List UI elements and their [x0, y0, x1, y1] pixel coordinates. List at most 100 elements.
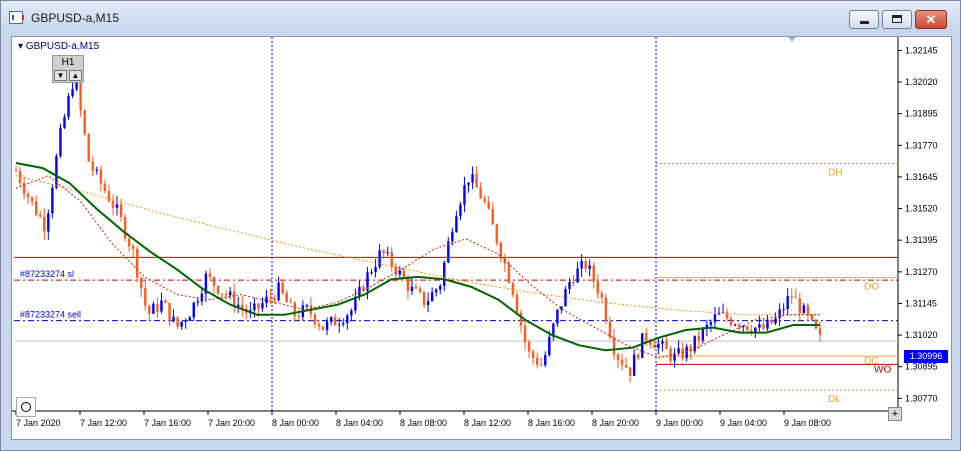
candle-body	[317, 324, 321, 327]
close-button[interactable]: ✕	[915, 10, 947, 29]
candle-body	[346, 315, 349, 324]
candle-body	[140, 277, 143, 289]
candle-body	[47, 213, 50, 232]
candle-body	[495, 224, 498, 244]
candle-body	[156, 303, 159, 312]
candle-body	[95, 169, 99, 171]
candle-body	[455, 216, 458, 232]
candle-body	[370, 272, 373, 274]
close-icon: ✕	[925, 12, 937, 27]
candle-body	[746, 326, 749, 330]
chart-canvas[interactable]: 1.32145 1.32020 1.31895 1.31770 1.31645 1.315…	[12, 37, 951, 439]
title-bar[interactable]: GBPUSD-a,M15 ✕	[1, 1, 960, 33]
candle-body	[220, 293, 224, 295]
chart-symbol-label: ▾ GBPUSD-a,M15	[18, 41, 99, 52]
candle-body	[762, 324, 765, 329]
candle-body	[382, 250, 385, 253]
candle-body	[556, 309, 559, 324]
candle-body	[774, 318, 777, 324]
candle-body	[443, 262, 446, 286]
time-tick-label: 7 Jan 12:00	[80, 418, 127, 428]
candle-body	[386, 252, 389, 254]
price-tick-label: 1.31020	[905, 330, 938, 340]
timeframe-label: H1	[61, 57, 75, 68]
candle-body	[657, 343, 660, 349]
candle-body	[620, 359, 624, 365]
candle-body	[467, 182, 470, 186]
candle-body	[79, 81, 82, 111]
candle-body	[342, 323, 345, 325]
candle-body	[164, 300, 167, 303]
candle-body	[297, 316, 301, 318]
candle-body	[131, 245, 135, 249]
price-tick-label: 1.31270	[905, 267, 938, 277]
symbol-dropdown-icon[interactable]: ▾	[18, 41, 23, 52]
candle-body	[136, 248, 139, 278]
candle-body	[624, 364, 628, 368]
candle-body	[568, 282, 571, 290]
candle-body	[184, 320, 187, 322]
candle-body	[535, 358, 539, 365]
time-tick-label: 9 Jan 04:00	[720, 418, 767, 428]
maximize-button[interactable]	[882, 10, 912, 29]
timeframe-up-button[interactable]: ▲	[69, 70, 82, 81]
candle-body	[661, 341, 664, 344]
candle-body	[798, 298, 801, 314]
candle-body	[580, 261, 583, 269]
candle-body	[410, 286, 414, 292]
candle-body	[451, 231, 454, 242]
time-tick-label: 7 Jan 2020	[16, 418, 61, 428]
candle-body	[414, 286, 418, 289]
time-tick-label: 9 Jan 00:00	[656, 418, 703, 428]
timeframe-widget: H1 ▼ ▲	[52, 55, 84, 83]
candle-body	[87, 133, 90, 162]
candle-body	[418, 288, 422, 292]
candle-body	[91, 161, 94, 171]
candle-body	[253, 303, 256, 311]
candle-body	[713, 314, 717, 323]
time-tick-label: 7 Jan 16:00	[144, 418, 191, 428]
price-tick-label: 1.30770	[905, 393, 938, 403]
maximize-icon	[892, 15, 902, 23]
candle-body	[782, 309, 785, 311]
candle-body	[463, 185, 466, 205]
candle-body	[261, 303, 264, 309]
candle-body	[285, 292, 288, 303]
circle-tool-icon[interactable]	[16, 397, 36, 417]
candle-body	[224, 293, 228, 296]
price-chart[interactable]: 1.32145 1.32020 1.31895 1.31770 1.31645 1.315…	[11, 36, 952, 440]
candle-body	[459, 204, 462, 217]
candle-body	[333, 317, 337, 326]
candle-body	[576, 268, 579, 283]
candle-body	[208, 273, 212, 277]
candle-body	[374, 266, 377, 273]
candle-body	[636, 354, 640, 358]
candle-body	[596, 281, 599, 294]
candle-body	[14, 170, 18, 172]
plus-icon[interactable]: +	[888, 407, 902, 421]
candle-body	[742, 326, 745, 328]
candle-body	[257, 303, 260, 309]
candle-body	[701, 328, 705, 341]
candle-body	[350, 310, 353, 316]
candle-body	[313, 314, 317, 325]
candle-body	[806, 305, 810, 315]
candle-body	[321, 326, 325, 331]
candle-body	[144, 288, 147, 306]
candle-body	[632, 354, 636, 376]
price-tick-label: 1.30895	[905, 362, 938, 372]
candle-body	[378, 250, 381, 267]
candle-body	[107, 191, 111, 202]
candle-body	[544, 355, 547, 366]
candle-body	[426, 301, 430, 305]
price-tick-label: 1.31895	[905, 109, 938, 119]
candle-body	[729, 318, 733, 325]
timeframe-down-button[interactable]: ▼	[54, 70, 67, 81]
minimize-button[interactable]	[849, 10, 879, 29]
day-low-label: DL	[828, 394, 841, 405]
candle-body	[148, 305, 151, 314]
candle-body	[592, 265, 595, 282]
candle-body	[430, 292, 434, 302]
candle-body	[119, 204, 123, 217]
candle-body	[491, 208, 494, 225]
